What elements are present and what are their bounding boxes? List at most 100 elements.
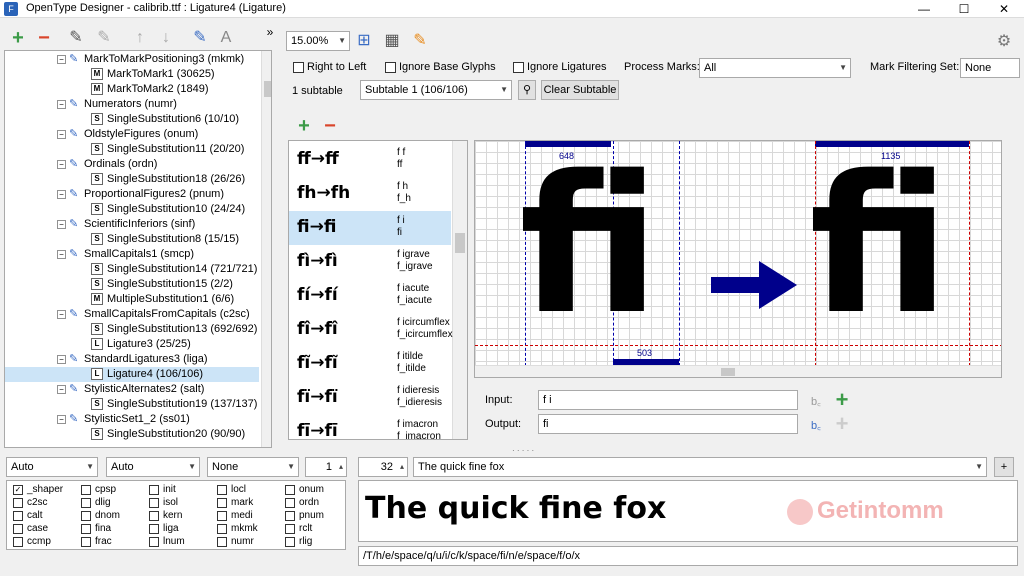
add-output-icon[interactable]: + bbox=[832, 413, 852, 435]
bc-output-icon[interactable]: b꜀ bbox=[806, 416, 826, 436]
input-field[interactable]: f i bbox=[538, 390, 798, 410]
add-ligature-icon[interactable]: + bbox=[294, 116, 314, 136]
ligature-row[interactable]: ff→ff f f ff bbox=[289, 143, 451, 177]
feature-checkbox[interactable] bbox=[13, 511, 23, 521]
font-icon[interactable]: A bbox=[216, 28, 236, 48]
move-down-icon[interactable]: ↓ bbox=[156, 28, 176, 48]
feature-checkbox[interactable] bbox=[285, 537, 295, 547]
feature-checkbox[interactable] bbox=[217, 524, 227, 534]
feature-checkbox[interactable] bbox=[81, 524, 91, 534]
subtable-row[interactable]: S SingleSubstitution8 (15/15) bbox=[5, 232, 259, 247]
script-select[interactable]: Auto ▼ bbox=[6, 457, 98, 477]
subtable-row[interactable]: S SingleSubstitution18 (26/26) bbox=[5, 172, 259, 187]
ligature-row[interactable]: fï→fï f idieresis f_idieresis bbox=[289, 381, 451, 415]
lookup-row[interactable]: − ✎ Numerators (numr) bbox=[5, 97, 259, 112]
collapse-icon[interactable]: − bbox=[57, 384, 66, 394]
feature-checkbox[interactable] bbox=[13, 524, 23, 534]
collapse-icon[interactable]: − bbox=[57, 99, 66, 109]
maximize-button[interactable]: ☐ bbox=[944, 0, 984, 18]
direction-select[interactable]: None ▼ bbox=[207, 457, 299, 477]
ligature-row[interactable]: fī→fī f imacron f_imacron bbox=[289, 415, 451, 439]
remove-lookup-icon[interactable]: − bbox=[34, 28, 54, 48]
feature-checkbox[interactable] bbox=[149, 524, 159, 534]
collapse-icon[interactable]: − bbox=[57, 354, 66, 364]
ligature-list[interactable]: ff→ff f f ff fh→fh f h f_h fi→fi f i fi fì→fì f ig… bbox=[288, 140, 468, 440]
lookup-row[interactable]: − ✎ Ordinals (ordn) bbox=[5, 157, 259, 172]
collapse-icon[interactable]: − bbox=[57, 54, 66, 64]
ignore-ligatures-checkbox[interactable] bbox=[513, 62, 524, 73]
feature-checkbox[interactable] bbox=[81, 498, 91, 508]
close-button[interactable]: ✕ bbox=[984, 0, 1024, 18]
subtable-row[interactable]: S SingleSubstitution13 (692/692) bbox=[5, 322, 259, 337]
clear-subtable-button[interactable]: Clear Subtable bbox=[541, 80, 619, 100]
subtable-row[interactable]: M MultipleSubstitution1 (6/6) bbox=[5, 292, 259, 307]
subtable-row[interactable]: S SingleSubstitution14 (721/721) bbox=[5, 262, 259, 277]
canvas-hscroll[interactable] bbox=[475, 365, 1001, 377]
move-up-icon[interactable]: ↑ bbox=[130, 28, 150, 48]
ligature-row[interactable]: fi→fi f i fi bbox=[289, 211, 451, 245]
feature-checkbox[interactable] bbox=[81, 485, 91, 495]
feature-checkbox[interactable] bbox=[13, 537, 23, 547]
ligature-row[interactable]: fĩ→fĩ f itilde f_itilde bbox=[289, 347, 451, 381]
lookup-row[interactable]: − ✎ OldstyleFigures (onum) bbox=[5, 127, 259, 142]
lookup-row[interactable]: − ✎ SmallCapitalsFromCapitals (c2sc) bbox=[5, 307, 259, 322]
bc-icon[interactable]: b꜀ bbox=[806, 392, 826, 412]
subtable-row[interactable]: L Ligature4 (106/106) bbox=[5, 367, 259, 382]
language-select[interactable]: Auto ▼ bbox=[106, 457, 200, 477]
subtable-row[interactable]: L Ligature3 (25/25) bbox=[5, 337, 259, 352]
list-scroll-thumb[interactable] bbox=[455, 233, 465, 253]
feature-checkbox[interactable] bbox=[217, 537, 227, 547]
subtable-row[interactable]: S SingleSubstitution20 (90/90) bbox=[5, 427, 259, 442]
lookup-row[interactable]: − ✎ StylisticSet1_2 (ss01) bbox=[5, 412, 259, 427]
subtable-row[interactable]: S SingleSubstitution10 (24/24) bbox=[5, 202, 259, 217]
subtable-row[interactable]: M MarkToMark1 (30625) bbox=[5, 67, 259, 82]
mark-filter-select[interactable]: None bbox=[960, 58, 1020, 78]
overflow-icon[interactable]: » bbox=[260, 22, 280, 42]
edit-glyph-icon[interactable]: ✎ bbox=[410, 31, 430, 51]
wand-disabled-icon[interactable]: ✎ bbox=[94, 28, 114, 48]
ligature-row[interactable]: fí→fí f iacute f_iacute bbox=[289, 279, 451, 313]
lookup-row[interactable]: − ✎ StandardLigatures3 (liga) bbox=[5, 352, 259, 367]
glyph-path-field[interactable]: /T/h/e/space/q/u/i/c/k/space/fi/n/e/spac… bbox=[358, 546, 1018, 566]
tree-scrollbar[interactable] bbox=[261, 51, 271, 447]
ligature-row[interactable]: fh→fh f h f_h bbox=[289, 177, 451, 211]
feature-checkbox[interactable] bbox=[13, 498, 23, 508]
collapse-icon[interactable]: − bbox=[57, 159, 66, 169]
subtable-row[interactable]: M MarkToMark2 (1849) bbox=[5, 82, 259, 97]
feature-checkbox[interactable] bbox=[217, 498, 227, 508]
zoom-select[interactable]: 15.00% ▼ bbox=[286, 31, 350, 51]
collapse-icon[interactable]: − bbox=[57, 414, 66, 424]
feature-checkbox[interactable] bbox=[285, 498, 295, 508]
feature-checkbox[interactable] bbox=[217, 511, 227, 521]
list-scrollbar[interactable] bbox=[452, 141, 467, 439]
lookup-row[interactable]: − ✎ ScientificInferiors (sinf) bbox=[5, 217, 259, 232]
add-input-icon[interactable]: + bbox=[832, 389, 852, 411]
tree-scroll-thumb[interactable] bbox=[264, 81, 271, 97]
lookup-row[interactable]: − ✎ MarkToMarkPositioning3 (mkmk) bbox=[5, 52, 259, 67]
edit-icon[interactable]: ✎ bbox=[190, 28, 210, 48]
collapse-icon[interactable]: − bbox=[57, 249, 66, 259]
feature-checkbox[interactable]: ✓ bbox=[13, 485, 23, 495]
feature-checkbox[interactable] bbox=[217, 485, 227, 495]
process-marks-select[interactable]: All ▼ bbox=[699, 58, 851, 78]
output-field[interactable]: fi bbox=[538, 414, 798, 434]
collapse-icon[interactable]: − bbox=[57, 129, 66, 139]
ignore-base-checkbox[interactable] bbox=[385, 62, 396, 73]
fit-icon[interactable]: ⊞ bbox=[354, 31, 374, 51]
subtable-row[interactable]: S SingleSubstitution11 (20/20) bbox=[5, 142, 259, 157]
feature-checkbox[interactable] bbox=[285, 485, 295, 495]
feature-checkbox[interactable] bbox=[81, 511, 91, 521]
lookup-row[interactable]: − ✎ StylisticAlternates2 (salt) bbox=[5, 382, 259, 397]
collapse-icon[interactable]: − bbox=[57, 189, 66, 199]
feature-checkbox[interactable] bbox=[149, 498, 159, 508]
grid-icon[interactable]: ▦ bbox=[382, 31, 402, 51]
ligature-row[interactable]: fî→fî f icircumflex f_icircumflex bbox=[289, 313, 453, 347]
ligature-row[interactable]: fì→fì f igrave f_igrave bbox=[289, 245, 451, 279]
lookup-tree[interactable]: − ✎ MarkToMarkPositioning3 (mkmk) M MarkToMa… bbox=[4, 50, 272, 448]
wand-icon[interactable]: ✎ bbox=[66, 28, 86, 48]
feature-checkbox[interactable] bbox=[149, 485, 159, 495]
feature-checkbox[interactable] bbox=[149, 511, 159, 521]
feature-checkbox[interactable] bbox=[285, 524, 295, 534]
feature-checkbox[interactable] bbox=[149, 537, 159, 547]
feature-checkbox[interactable] bbox=[81, 537, 91, 547]
